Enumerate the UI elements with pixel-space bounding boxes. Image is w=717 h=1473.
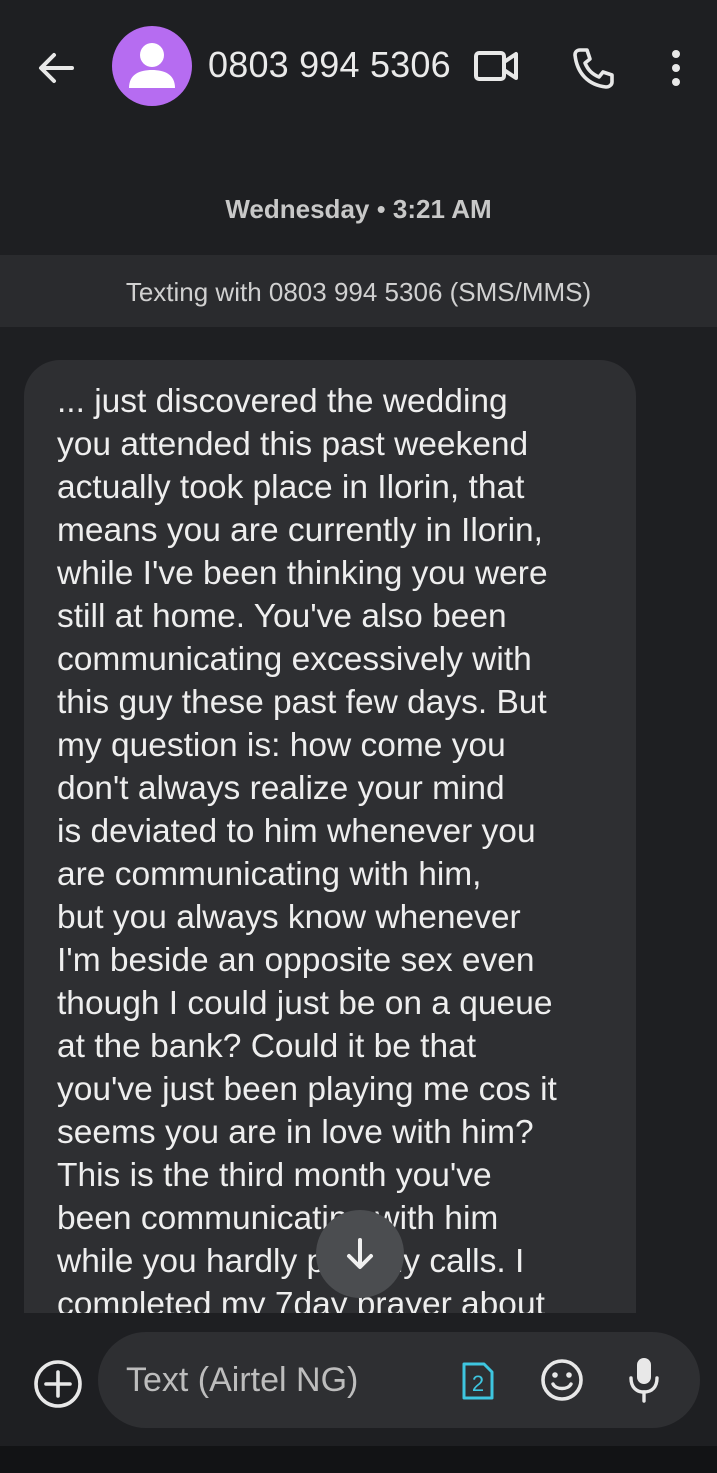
date-separator: Wednesday • 3:21 AM bbox=[0, 194, 717, 225]
person-icon bbox=[129, 43, 175, 88]
sim-card-icon: 2 bbox=[462, 1362, 494, 1400]
mic-icon bbox=[629, 1358, 659, 1403]
call-button[interactable] bbox=[566, 42, 618, 94]
date-time: 3:21 AM bbox=[392, 194, 492, 224]
emoji-icon bbox=[541, 1359, 583, 1401]
video-call-icon bbox=[474, 51, 518, 81]
scroll-to-bottom-button[interactable] bbox=[316, 1210, 404, 1298]
voice-input-button[interactable] bbox=[626, 1354, 662, 1406]
more-vert-icon bbox=[672, 50, 680, 86]
phone-icon bbox=[573, 48, 614, 89]
contact-name[interactable]: 0803 994 5306 bbox=[208, 44, 451, 86]
date-day: Wednesday bbox=[225, 194, 370, 224]
compose-box: 2 bbox=[98, 1332, 700, 1428]
message-text: ... just discovered the wedding you atte… bbox=[57, 383, 557, 1313]
add-attachment-button[interactable] bbox=[32, 1358, 84, 1410]
sim-number: 2 bbox=[472, 1371, 484, 1396]
avatar[interactable] bbox=[112, 26, 192, 106]
sim-selector-button[interactable]: 2 bbox=[460, 1360, 496, 1402]
emoji-button[interactable] bbox=[538, 1356, 586, 1404]
more-options-button[interactable] bbox=[658, 42, 694, 94]
date-separator-dot: • bbox=[369, 194, 393, 224]
app-bar: 0803 994 5306 bbox=[0, 0, 717, 135]
arrow-down-icon bbox=[347, 1238, 373, 1269]
back-button[interactable] bbox=[34, 46, 78, 90]
add-circle-icon bbox=[34, 1360, 82, 1408]
message-list[interactable]: ... just discovered the wedding you atte… bbox=[0, 327, 717, 1313]
system-nav-bar bbox=[0, 1446, 717, 1473]
message-bubble[interactable]: ... just discovered the wedding you atte… bbox=[24, 360, 636, 1313]
texting-info-banner: Texting with 0803 994 5306 (SMS/MMS) bbox=[0, 255, 717, 327]
message-input[interactable] bbox=[126, 1332, 446, 1428]
video-call-button[interactable] bbox=[470, 44, 522, 88]
back-arrow-icon bbox=[39, 53, 74, 83]
